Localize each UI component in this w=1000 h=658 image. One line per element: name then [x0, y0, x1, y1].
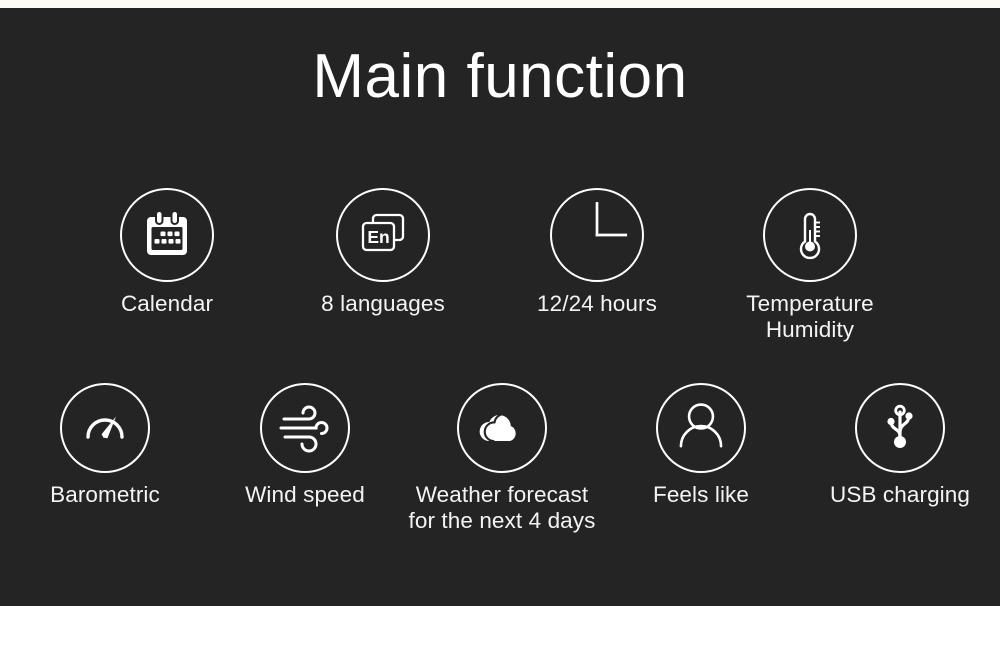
wind-icon [260, 383, 350, 473]
calendar-icon [120, 188, 214, 282]
feature-barometric[interactable]: Barometric [5, 383, 205, 508]
feature-calendar[interactable]: Calendar [67, 188, 267, 317]
feature-languages[interactable]: En 8 languages [283, 188, 483, 317]
feature-usb-charging[interactable]: USB charging [800, 383, 1000, 508]
person-icon [656, 383, 746, 473]
thermometer-icon [763, 188, 857, 282]
feature-label: Barometric [50, 482, 160, 507]
feature-wind-speed[interactable]: Wind speed [205, 383, 405, 508]
main-function-panel: Main function Calendar En 8 languages 12… [0, 0, 1000, 658]
feature-feels-like[interactable]: Feels like [600, 383, 802, 508]
feature-weather-forecast[interactable]: Weather forecast for the next 4 days [400, 383, 604, 535]
feature-hour-format[interactable]: 12/24 hours [497, 188, 697, 317]
page-title: Main function [312, 42, 688, 111]
feature-label: Feels like [652, 482, 750, 507]
feature-label: 8 languages [321, 291, 445, 316]
feature-label: Temperature Humidity [746, 291, 874, 343]
feature-label: Wind speed [245, 482, 365, 507]
svg-text:En: En [367, 227, 389, 247]
gauge-icon [60, 383, 150, 473]
feature-label: Calendar [120, 291, 214, 316]
clock-icon [550, 188, 644, 282]
feature-temperature-humidity[interactable]: Temperature Humidity [710, 188, 910, 344]
cloud-icon [457, 383, 547, 473]
feature-label: 12/24 hours [537, 291, 657, 316]
feature-label: USB charging [829, 482, 971, 507]
dark-panel: Main function Calendar En 8 languages 12… [0, 8, 1000, 606]
feature-label: Weather forecast for the next 4 days [408, 482, 596, 534]
usb-icon [855, 383, 945, 473]
top-band [0, 0, 1000, 8]
language-en-icon: En [336, 188, 430, 282]
